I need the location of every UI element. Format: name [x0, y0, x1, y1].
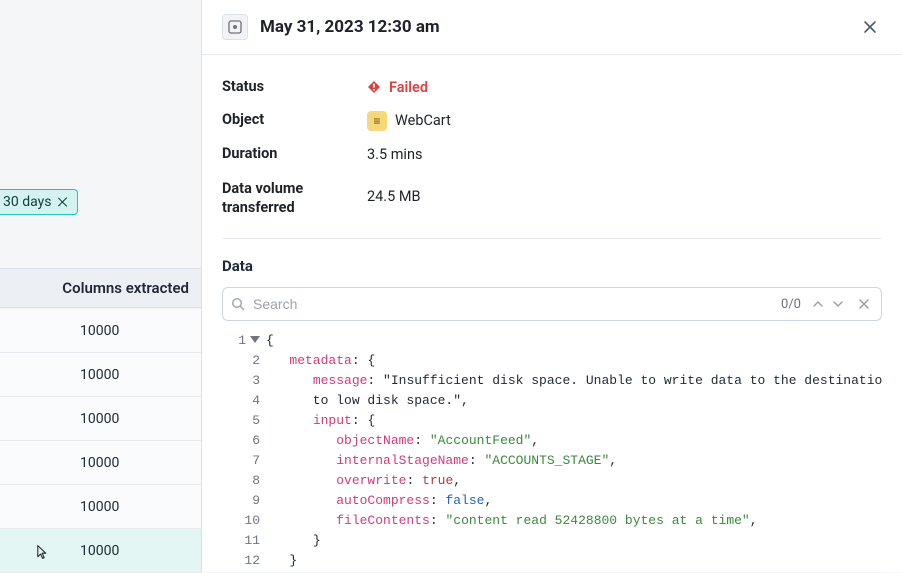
background-table-fragment: 30 days Columns extracted 10000 10000 10…: [0, 0, 202, 572]
duration-label: Duration: [222, 145, 367, 164]
code-body: { metadata: { message: "Insufficient dis…: [266, 331, 882, 572]
close-icon[interactable]: [57, 196, 69, 208]
database-icon: ≡: [367, 111, 387, 131]
duration-value: 3.5 mins: [367, 146, 422, 163]
table-row[interactable]: 10000: [0, 529, 201, 573]
alert-icon: [367, 80, 381, 94]
cursor-icon: [33, 543, 49, 561]
table-row[interactable]: 10000: [0, 441, 201, 485]
run-icon: [222, 14, 248, 40]
object-label: Object: [222, 111, 367, 130]
search-bar[interactable]: 0/0: [222, 287, 882, 321]
close-button[interactable]: [858, 15, 882, 39]
search-clear-button[interactable]: [855, 295, 873, 313]
filter-chip-30days[interactable]: 30 days: [0, 189, 78, 215]
search-prev-button[interactable]: [809, 295, 827, 313]
data-heading: Data: [222, 257, 882, 275]
volume-label: Data volume transferred: [222, 178, 367, 218]
filter-chip-label: 30 days: [3, 194, 51, 210]
close-icon: [863, 20, 877, 34]
volume-value: 24.5 MB: [367, 178, 421, 205]
search-counter: 0/0: [781, 297, 801, 312]
search-icon: [231, 297, 245, 311]
chevron-up-icon: [813, 299, 823, 309]
status-label: Status: [222, 78, 367, 97]
object-value: ≡ WebCart: [367, 111, 451, 131]
table-row[interactable]: 10000: [0, 309, 201, 353]
fold-toggle-icon[interactable]: [250, 336, 260, 346]
run-detail-panel: May 31, 2023 12:30 am Status Failed: [202, 0, 902, 572]
search-input[interactable]: [253, 296, 773, 312]
code-viewer[interactable]: 1 2 3 4 5 6 7 8 9 10 11 12 13 14 { metad…: [222, 331, 882, 572]
table-row[interactable]: 10000: [0, 353, 201, 397]
table-row[interactable]: 10000: [0, 397, 201, 441]
chevron-down-icon: [833, 299, 843, 309]
line-gutter: 1 2 3 4 5 6 7 8 9 10 11 12 13 14: [222, 331, 266, 572]
column-header-columns-extracted[interactable]: Columns extracted: [0, 268, 201, 308]
table-row[interactable]: 10000: [0, 485, 201, 529]
panel-title: May 31, 2023 12:30 am: [260, 17, 846, 37]
close-icon: [859, 299, 869, 309]
status-value: Failed: [367, 79, 428, 96]
search-next-button[interactable]: [829, 295, 847, 313]
